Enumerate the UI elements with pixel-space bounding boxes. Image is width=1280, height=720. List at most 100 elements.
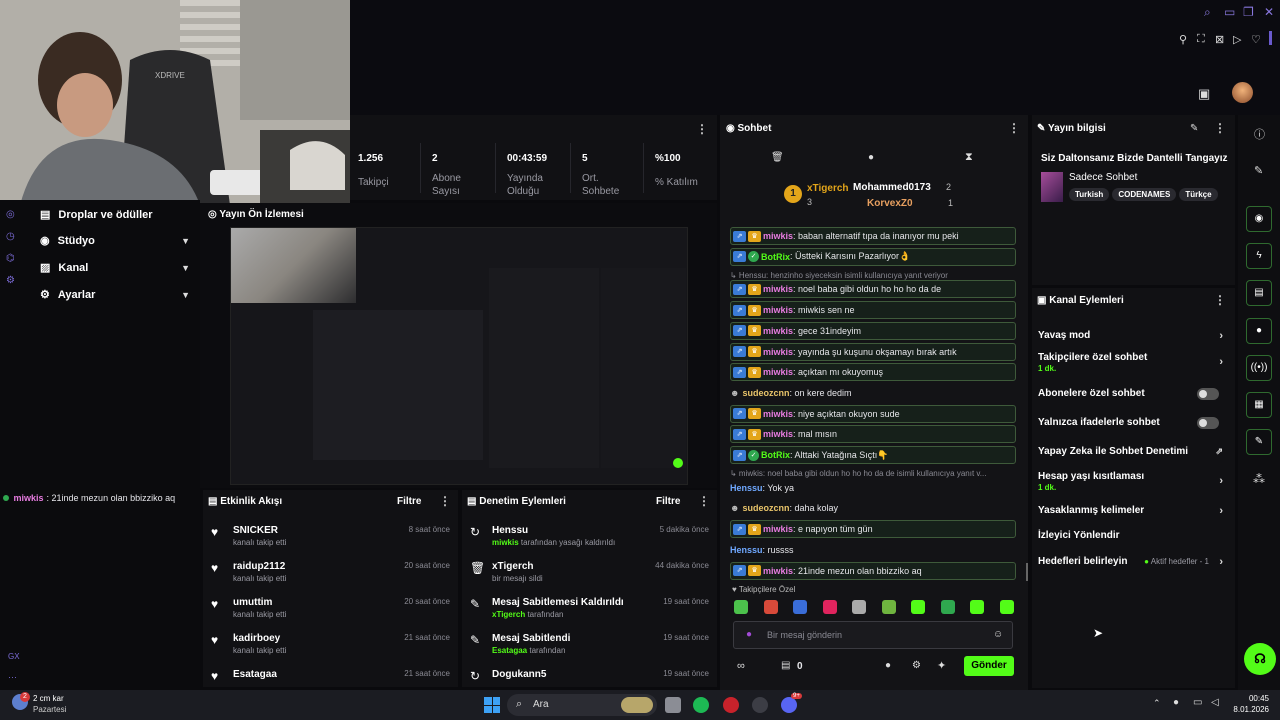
chat-message[interactable]: ⇗ ♛ miwkis: mal mısın: [730, 425, 1016, 444]
emote-icon[interactable]: [881, 600, 896, 614]
toggle-switch[interactable]: [1197, 388, 1219, 400]
avatar[interactable]: [1232, 82, 1253, 103]
chat-nick[interactable]: BotRix: [761, 450, 790, 460]
clock-date[interactable]: 8.01.2026: [1226, 705, 1269, 714]
windows-start-icon[interactable]: [484, 697, 500, 713]
channel-action-2[interactable]: Takipçilere özel sohbet 1 dk. ›: [1038, 352, 1223, 373]
moderation-row[interactable]: 🗑 xTigerch bir mesajı sildi 44 dakika önce: [470, 561, 709, 591]
chat-nick[interactable]: miwkis: [763, 305, 793, 315]
chat-nick[interactable]: miwkis: [763, 231, 793, 241]
tools-button[interactable]: ✎: [1246, 429, 1272, 455]
speaker-icon[interactable]: ◁: [1211, 697, 1219, 708]
webcam-button[interactable]: ◉: [1246, 206, 1272, 232]
nav-item-settings[interactable]: ⚙ Ayarlar ▼: [40, 288, 190, 302]
chat-message[interactable]: ⇗ ♛ miwkis: yayında şu kuşunu okşamayı bır…: [730, 342, 1016, 361]
chat-input[interactable]: ● Bir mesaj gönderin ☺: [733, 621, 1013, 649]
display-icon[interactable]: ▭: [1193, 697, 1202, 708]
search-icon[interactable]: ⌕: [1204, 5, 1211, 20]
tag[interactable]: Türkçe: [1179, 188, 1218, 201]
chat-message[interactable]: ⇗ ✓ BotRix: Alttaki Yatağına Sıçtı👇: [730, 446, 1016, 464]
chat-message[interactable]: ⇗ ♛ miwkis: 21inde mezun olan bbizziko aq: [730, 561, 1016, 580]
top-chatter-name[interactable]: xTigerch: [807, 183, 849, 194]
steam-icon[interactable]: [752, 697, 768, 713]
activity-row[interactable]: ♥ kadirboey kanalı takip etti 21 saat önce: [211, 633, 450, 663]
chat-nick[interactable]: miwkis: [763, 326, 793, 336]
moderation-actor[interactable]: Esatagaa: [492, 646, 527, 655]
heart-icon[interactable]: ♡: [1251, 33, 1261, 46]
category-name[interactable]: Sadece Sohbet: [1069, 172, 1137, 183]
activity-row[interactable]: ♥ umuttim kanalı takip etti 20 saat önce: [211, 597, 450, 627]
apps-icon[interactable]: ⁂: [1253, 472, 1265, 486]
nav-item-drops[interactable]: ▤ Droplar ve ödüller: [40, 208, 190, 222]
infinity-icon[interactable]: ∞: [737, 660, 745, 672]
chest-icon[interactable]: ▤: [781, 660, 790, 671]
moderation-actor[interactable]: miwkis: [492, 538, 519, 547]
emote-icon[interactable]: [999, 600, 1014, 614]
clock-time[interactable]: 00:45: [1233, 694, 1269, 703]
chat-message[interactable]: ☻ sudeozcnn: on kere dedim: [730, 384, 1016, 402]
hourglass-icon[interactable]: ⧗: [965, 151, 973, 164]
chat-nick[interactable]: miwkis: [763, 409, 793, 419]
info-icon[interactable]: ⓘ: [1254, 126, 1265, 142]
emote-icon[interactable]: [822, 600, 837, 614]
channel-action-1[interactable]: Yavaş mod ›: [1038, 330, 1223, 342]
activity-user[interactable]: umuttim: [233, 597, 286, 608]
spotify-icon[interactable]: [693, 697, 709, 713]
channel-action-8[interactable]: İzleyici Yönlendir: [1038, 530, 1223, 541]
chat-bubble-icon[interactable]: ●: [868, 152, 874, 163]
chat-scrollbar[interactable]: [1026, 563, 1028, 581]
moderation-row[interactable]: ✎ Mesaj Sabitlendi Esatagaa tarafından 19 s…: [470, 633, 709, 663]
channel-action-6[interactable]: Hesap yaşı kısıtlaması 1 dk. ›: [1038, 471, 1223, 492]
chat-message[interactable]: ⇗ ♛ miwkis: gece 31indeyim: [730, 321, 1016, 340]
preview-video[interactable]: [230, 227, 688, 485]
tag[interactable]: Turkish: [1069, 188, 1110, 201]
chat-nick[interactable]: Henssu: [730, 545, 763, 555]
moderation-row[interactable]: ✎ Mesaj Sabitlemesi Kaldırıldı xTigerch ta…: [470, 597, 709, 627]
activity-user[interactable]: kadirboey: [233, 633, 286, 644]
chat-nick[interactable]: sudeozcnn: [742, 388, 789, 398]
top-chatter-name[interactable]: KorvexZ0: [867, 198, 913, 209]
chat-nick[interactable]: miwkis: [763, 429, 793, 439]
broadcast-button[interactable]: ((•)): [1246, 355, 1272, 381]
actions-more-icon[interactable]: ⋮: [1214, 293, 1226, 307]
emote-icon[interactable]: [734, 600, 748, 614]
emote-icon[interactable]: [940, 600, 955, 614]
play-icon[interactable]: ▷: [1233, 33, 1241, 46]
close-icon[interactable]: ✕: [1264, 5, 1274, 19]
taskbar-search[interactable]: ⌕ Ara: [507, 694, 657, 716]
channel-action-3[interactable]: Abonelere özel sohbet: [1038, 388, 1223, 400]
chat-more-icon[interactable]: ⋮: [1008, 121, 1020, 135]
minimize-icon[interactable]: ▭: [1224, 5, 1235, 19]
document-button[interactable]: ▤: [1246, 280, 1272, 306]
activity-user[interactable]: Esatagaa: [233, 669, 277, 680]
crop-icon[interactable]: ⛶: [1197, 33, 1205, 46]
info-more-icon[interactable]: ⋮: [1214, 121, 1226, 135]
game-controller-icon[interactable]: ▣: [1198, 86, 1210, 102]
send-button[interactable]: Gönder: [964, 656, 1014, 676]
block-icon[interactable]: ⊠: [1215, 33, 1224, 46]
chat-message[interactable]: Henssu: Yok ya: [730, 479, 1016, 497]
stats-more-icon[interactable]: ⋮: [696, 122, 708, 136]
chat-message[interactable]: ☻ sudeozcnn: daha kolay: [730, 499, 1016, 517]
emote-icon[interactable]: [763, 600, 778, 614]
channel-action-9[interactable]: Hedefleri belirleyin ● Aktif hedefler - 1…: [1038, 556, 1223, 568]
pencil-icon[interactable]: ✎: [1254, 164, 1263, 177]
emote-picker-icon[interactable]: ✦: [937, 659, 946, 672]
emote-icon[interactable]: [793, 600, 807, 614]
chat-nick[interactable]: BotRix: [761, 252, 790, 262]
top-chatter-name[interactable]: Mohammed0173: [853, 182, 931, 193]
emote-icon[interactable]: [911, 600, 925, 614]
chat-nick[interactable]: miwkis: [763, 524, 793, 534]
chat-nick[interactable]: miwkis: [763, 566, 793, 576]
chat-settings-icon[interactable]: ●: [885, 660, 891, 671]
chat-message[interactable]: ⇗ ♛ miwkis: niye açıktan okuyon sude: [730, 404, 1016, 423]
activity-user[interactable]: SNICKER: [233, 525, 286, 536]
nav-item-channel[interactable]: ▨ Kanal ▼: [40, 261, 190, 275]
activity-row[interactable]: ♥ raidup2112 kanalı takip etti 20 saat önce: [211, 561, 450, 591]
chat-nick[interactable]: sudeozcnn: [742, 503, 789, 513]
channel-action-7[interactable]: Yasaklanmış kelimeler ›: [1038, 505, 1223, 517]
chat-message[interactable]: ⇗ ♛ miwkis: miwkis sen ne: [730, 301, 1016, 320]
activity-more-icon[interactable]: ⋮: [439, 494, 451, 508]
emote-icon[interactable]: [852, 600, 866, 614]
channel-action-5[interactable]: Yapay Zeka ile Sohbet Denetimi ⇗: [1038, 446, 1223, 457]
